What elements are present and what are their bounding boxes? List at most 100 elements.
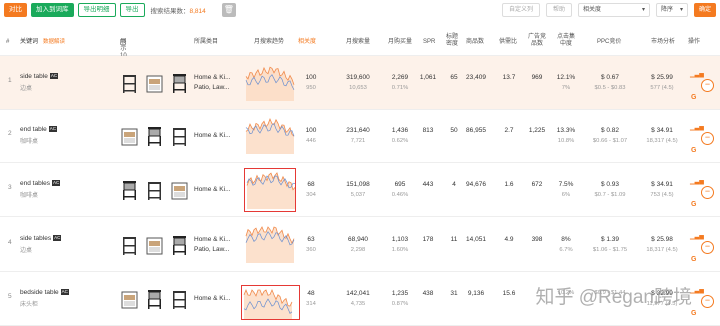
bar-chart-icon[interactable]: ▁▃▅: [690, 287, 704, 294]
keyword-text[interactable]: end tables: [20, 180, 50, 187]
google-icon[interactable]: G: [691, 256, 696, 263]
relevance-sub: 446: [306, 138, 316, 144]
watermark: 知乎 @Regan跨境: [535, 287, 692, 308]
keyword-cell[interactable]: side tables AC 边桌: [20, 235, 62, 254]
add-to-list-button[interactable]: 加入到词库: [31, 3, 74, 17]
monthly-purchase-sub: 1.60%: [391, 247, 409, 253]
keyword-cell[interactable]: side table AC 边桌: [20, 73, 59, 92]
monthly-search-value: 151,098: [346, 181, 370, 188]
click-concentration-sub: 7%: [561, 85, 571, 91]
minus-circle-icon[interactable]: −: [701, 79, 714, 92]
sort-field-value: 相关度: [582, 7, 601, 13]
compare-button[interactable]: 对比: [4, 3, 27, 17]
minus-circle-icon[interactable]: −: [701, 241, 714, 254]
header-ad-products[interactable]: 广告竞品数: [526, 34, 548, 48]
category-cell: Home & Ki... Patio, Law...: [194, 235, 230, 255]
click-concentration: 8% 6.7%: [546, 234, 586, 256]
sort-field-select[interactable]: 相关度 ▾: [577, 3, 650, 17]
monthly-search: 151,098 5,037: [338, 179, 378, 201]
product-thumbnail[interactable]: [120, 125, 139, 147]
product-thumbnail[interactable]: [120, 72, 139, 94]
click-concentration-sub: 10.8%: [557, 138, 575, 144]
monthly-purchase-sub: 0.71%: [391, 85, 409, 91]
confirm-button[interactable]: 确定: [693, 3, 716, 17]
help-button[interactable]: 帮助: [545, 3, 572, 17]
product-thumbnail[interactable]: [120, 288, 139, 310]
table-row[interactable]: 1 side table AC 边桌 Home & Ki... Patio, Law...…: [0, 56, 720, 110]
header-ppc[interactable]: PPC竞价: [597, 39, 621, 46]
header-title-density[interactable]: 标题密度: [445, 34, 459, 48]
relevance-sub: 304: [306, 192, 316, 198]
product-thumbnail[interactable]: [145, 125, 164, 147]
ac-badge: AC: [53, 235, 62, 241]
header-click-concentration[interactable]: 点击集中度: [557, 34, 575, 48]
product-thumbnail[interactable]: [170, 72, 189, 94]
monthly-search-sub: 10,653: [349, 85, 367, 91]
bar-chart-icon[interactable]: ▁▃▅: [690, 71, 704, 78]
product-thumbnail[interactable]: [145, 234, 164, 256]
product-thumbnail[interactable]: [170, 125, 189, 147]
product-thumbnail[interactable]: [170, 234, 189, 256]
result-count: 搜索结果数：8,814: [151, 5, 206, 15]
category-cell: Home & Ki...: [194, 185, 230, 195]
bar-chart-icon[interactable]: ▁▃▅: [690, 233, 704, 240]
relevance-sub: 314: [306, 301, 316, 307]
monthly-search-sub: 4,735: [350, 301, 366, 307]
keyword-cell[interactable]: end tables AC 咖啡桌: [20, 180, 61, 199]
market-price-sub: 18,317 (4.5): [646, 138, 678, 144]
ppc-bid: $ 1.39 $1.06 - $1.75: [590, 234, 630, 256]
keyword-cell[interactable]: end table AC 咖啡桌: [20, 126, 58, 145]
ppc-bid: $ 0.82 $0.66 - $1.07: [590, 125, 630, 147]
header-monthly-search[interactable]: 月搜索量: [346, 39, 370, 46]
minus-circle-icon[interactable]: −: [701, 295, 714, 308]
minus-circle-icon[interactable]: −: [701, 132, 714, 145]
header-supply-demand[interactable]: 供需比: [499, 39, 517, 46]
product-thumbnail[interactable]: [145, 72, 164, 94]
product-thumbnail[interactable]: [145, 288, 164, 310]
monthly-purchase-sub: 0.87%: [391, 301, 409, 307]
bar-chart-icon[interactable]: ▁▃▅: [690, 178, 704, 185]
trash-icon[interactable]: 🗑: [221, 3, 236, 17]
monthly-trend-chart[interactable]: [244, 61, 296, 105]
monthly-trend-chart[interactable]: [244, 223, 296, 267]
product-thumbnail[interactable]: [120, 234, 139, 256]
header-monthly-purchase[interactable]: 月购买量: [388, 39, 412, 46]
market-price-sub: 753 (4.5): [650, 192, 674, 198]
header-keyword-hint[interactable]: 数据解读: [43, 39, 65, 46]
product-thumbnail[interactable]: [170, 288, 189, 310]
google-icon[interactable]: G: [691, 310, 696, 317]
table-row[interactable]: 3 end tables AC 咖啡桌 Home & Ki... 68 304 151,098…: [0, 163, 720, 217]
click-concentration-value: 13.3%: [556, 127, 576, 134]
header-keyword[interactable]: 关键词: [20, 39, 38, 46]
export-button[interactable]: 导出: [119, 3, 145, 17]
keyword-text[interactable]: end table: [20, 126, 47, 133]
product-thumbnail[interactable]: [120, 179, 139, 201]
google-icon[interactable]: G: [691, 201, 696, 208]
table-row[interactable]: 4 side tables AC 边桌 Home & Ki... Patio, Law..…: [0, 218, 720, 272]
header-market: 市场分析: [651, 39, 676, 45]
export-detail-button[interactable]: 导出明细: [77, 3, 116, 17]
monthly-trend-chart[interactable]: [244, 168, 296, 212]
header-products[interactable]: 商品数: [466, 39, 484, 46]
header-spr[interactable]: SPR: [423, 39, 435, 46]
keyword-cell[interactable]: bedside table AC 床头柜: [20, 289, 69, 308]
monthly-trend-chart[interactable]: [244, 114, 296, 158]
relevance-value: 68: [307, 181, 315, 188]
ppc-bid-sub: $0.5 - $0.83: [594, 85, 626, 91]
table-row[interactable]: 2 end table AC 咖啡桌 Home & Ki... 100 446 231,640…: [0, 109, 720, 163]
google-icon[interactable]: G: [691, 147, 696, 154]
monthly-search-value: 231,640: [346, 127, 370, 134]
google-icon[interactable]: G: [691, 94, 696, 101]
click-concentration: 7.5% 6%: [546, 179, 586, 201]
keyword-text[interactable]: bedside table: [20, 289, 59, 296]
product-thumbnail[interactable]: [170, 179, 189, 201]
custom-columns-button[interactable]: 自定义列: [501, 3, 540, 17]
keyword-text[interactable]: side table: [20, 73, 48, 80]
minus-circle-icon[interactable]: −: [701, 186, 714, 199]
product-thumbnail[interactable]: [145, 179, 164, 201]
keyword-text[interactable]: side tables: [20, 235, 51, 242]
sort-direction-select[interactable]: 降序 ▾: [655, 3, 688, 17]
header-relevance[interactable]: 相关度: [298, 39, 316, 46]
toolbar: 对比 加入到词库 导出明细 导出 搜索结果数：8,814 🗑 自定义列 帮助 相…: [0, 0, 720, 20]
bar-chart-icon[interactable]: ▁▃▅: [690, 124, 704, 131]
